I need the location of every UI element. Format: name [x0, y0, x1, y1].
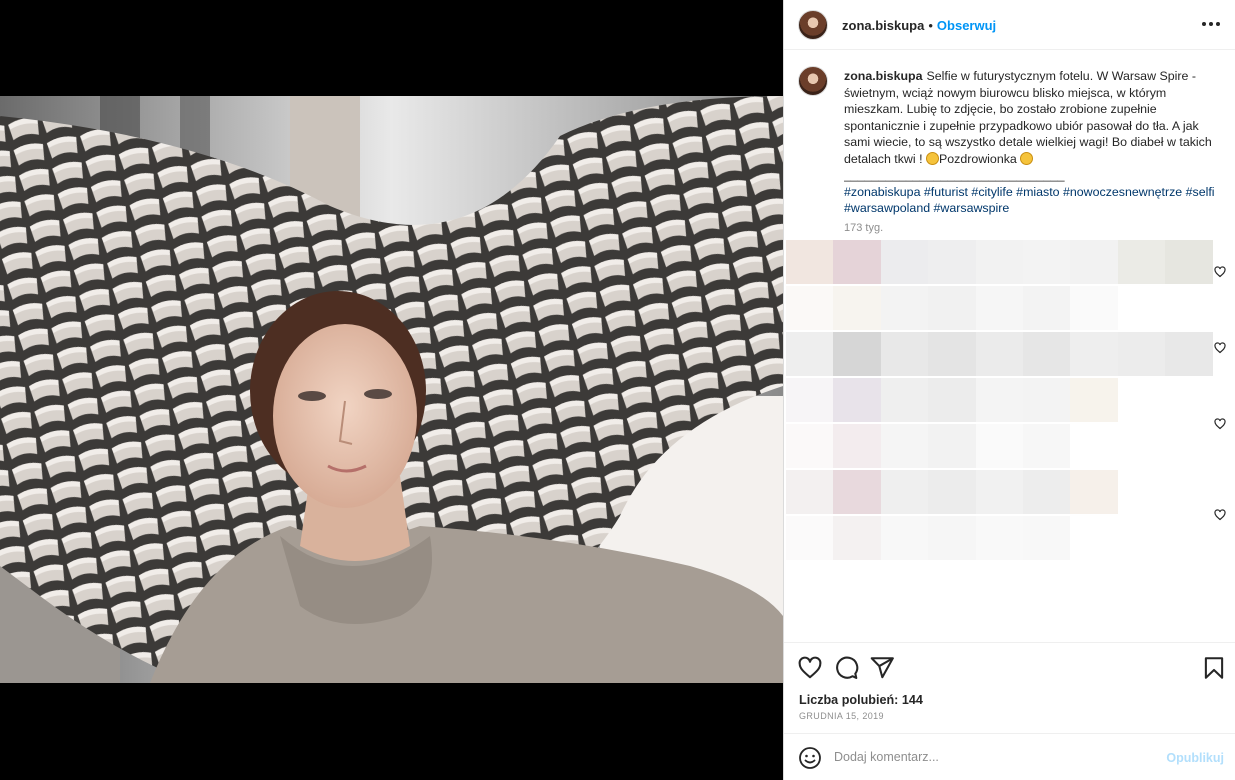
comment-row [786, 516, 1071, 560]
comment-like-heart-icon[interactable] [1214, 508, 1226, 521]
header-separator: • [928, 18, 933, 33]
caption: zona.biskupa Selfie w futurystycznym fote… [844, 68, 1224, 217]
comment-row [786, 332, 1213, 376]
comment-row [786, 470, 1118, 514]
comment-like-heart-icon[interactable] [1214, 341, 1226, 354]
comment-like-heart-icon[interactable] [1214, 417, 1226, 430]
header-user-row: zona.biskupa • Obserwuj [842, 17, 996, 35]
comment-icon[interactable] [833, 655, 859, 681]
emoji-icon[interactable] [798, 746, 822, 770]
wink-emoji-icon [925, 151, 939, 165]
action-bar [784, 642, 1235, 690]
post-date: GRUDNIA 15, 2019 [799, 711, 884, 721]
post-panel: zona.biskupa • Obserwuj zona.biskupa Selfie… [783, 0, 1235, 780]
photo-illustration [0, 96, 783, 683]
comments-list [784, 240, 1235, 570]
follow-button[interactable]: Obserwuj [937, 18, 996, 33]
heart-icon[interactable] [797, 655, 823, 681]
caption-time: 173 tyg. [844, 222, 884, 234]
header-username[interactable]: zona.biskupa [842, 18, 924, 33]
avatar[interactable] [798, 10, 828, 40]
bookmark-icon[interactable] [1201, 655, 1227, 681]
likes-count[interactable]: Liczba polubień: 144 [799, 693, 923, 707]
post-header: zona.biskupa • Obserwuj [784, 0, 1235, 50]
comment-row [786, 424, 1071, 468]
caption-username[interactable]: zona.biskupa [844, 69, 923, 83]
more-horizontal-icon[interactable] [1200, 14, 1222, 34]
post-media [0, 0, 783, 780]
caption-text-end: Pozdrowionka [938, 151, 1021, 166]
comment-row [786, 240, 1213, 284]
caption-hashtags[interactable]: #zonabiskupa #futurist #citylife #miasto… [844, 185, 1215, 216]
publish-button[interactable]: Opublikuj [1166, 751, 1224, 765]
comment-row [786, 378, 1118, 422]
smile-emoji-icon [1020, 151, 1034, 165]
caption-divider: ________________________________ [844, 168, 1065, 182]
send-icon[interactable] [869, 655, 895, 681]
comment-input[interactable] [834, 747, 1134, 767]
post-photo[interactable] [0, 96, 783, 683]
caption-avatar[interactable] [798, 66, 828, 96]
comment-like-heart-icon[interactable] [1214, 265, 1226, 278]
comment-row [786, 286, 1118, 330]
caption-text: Selfie w futurystycznym fotelu. W Warsaw… [844, 69, 1212, 166]
comment-bar: Opublikuj [784, 733, 1235, 780]
